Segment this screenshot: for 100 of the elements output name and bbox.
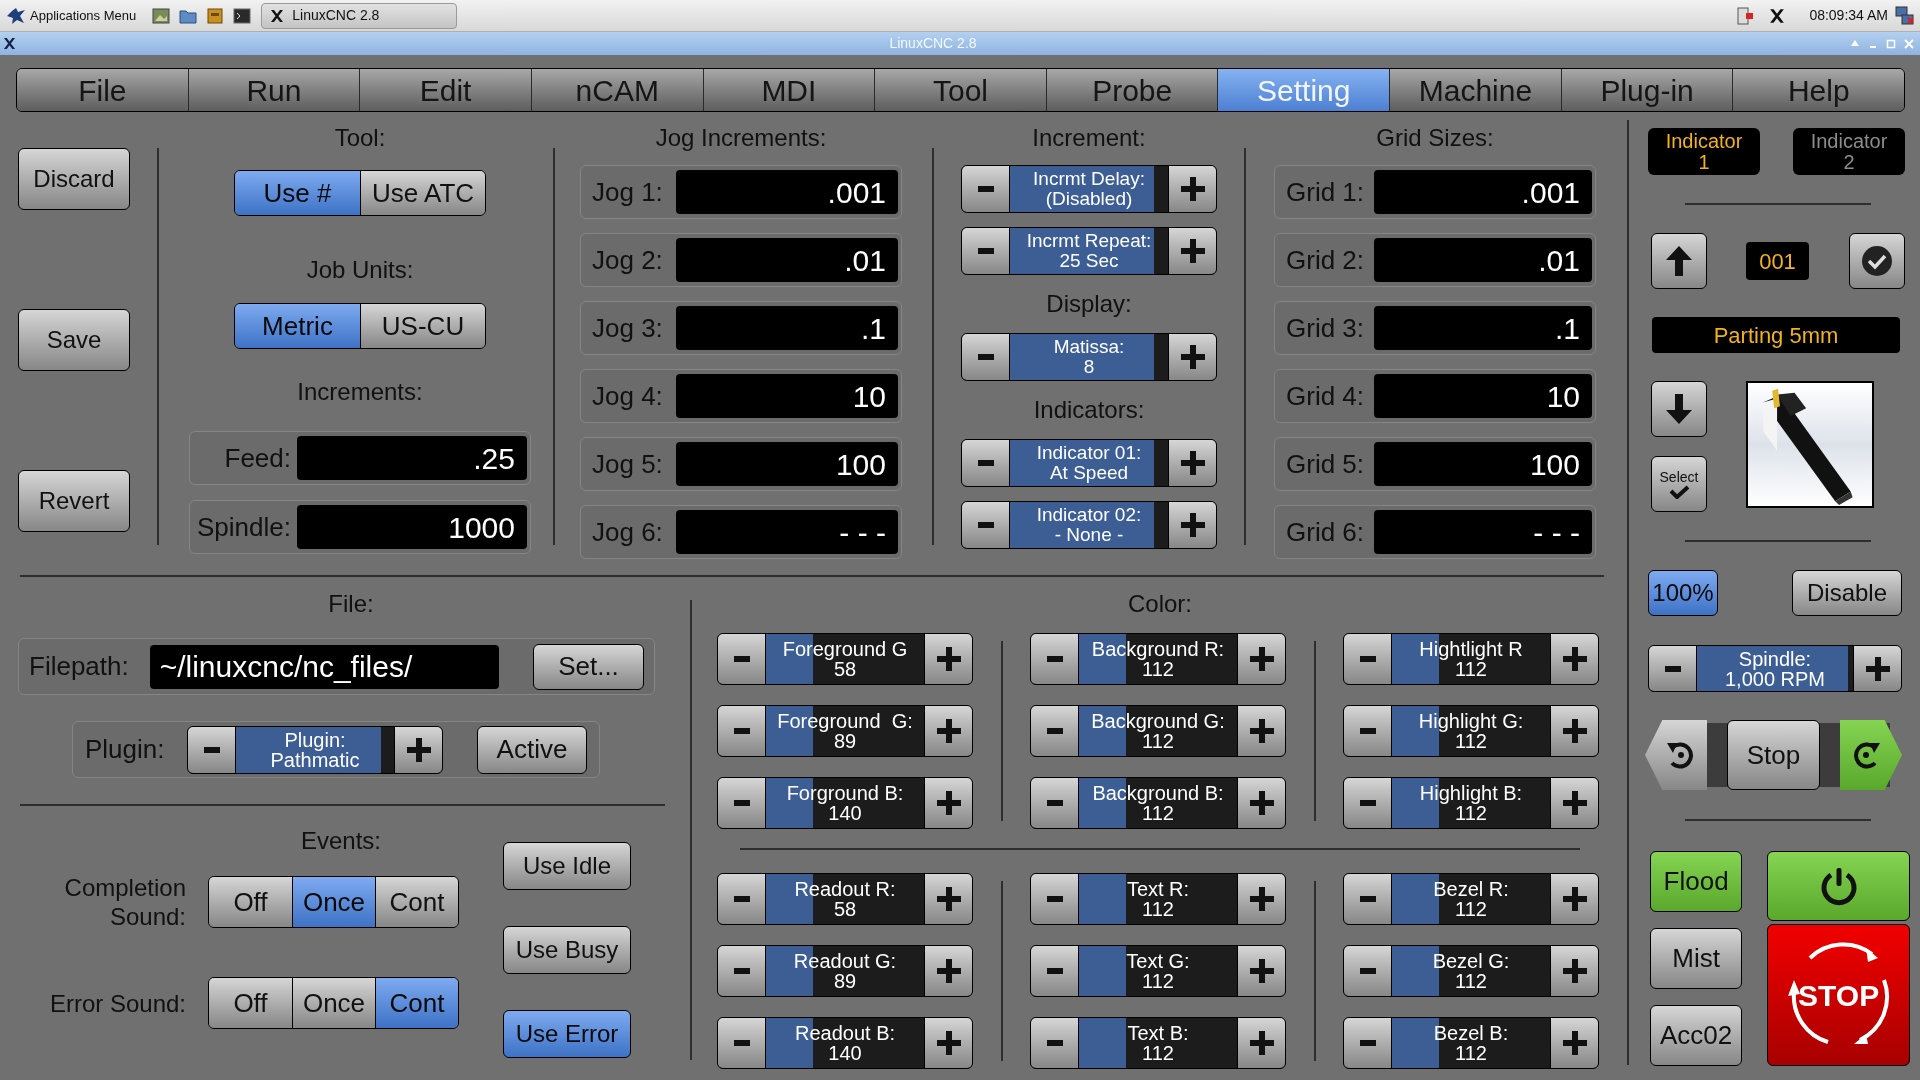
toggle-option[interactable]: Cont xyxy=(375,877,458,927)
power-button[interactable] xyxy=(1767,851,1910,921)
minus-icon xyxy=(977,522,994,528)
toggle-option[interactable]: Use # xyxy=(235,171,360,215)
decrement-button[interactable] xyxy=(1031,874,1079,924)
tab[interactable]: nCAM xyxy=(530,69,703,111)
coolant-button[interactable]: Acc02 xyxy=(1650,1005,1743,1066)
indicator-button[interactable]: Indicator 1 xyxy=(1648,128,1760,175)
confirm-tool-button[interactable] xyxy=(1849,233,1905,289)
taskbar-window-button[interactable]: LinuxCNC 2.8 xyxy=(261,2,458,29)
forward-button[interactable] xyxy=(1840,720,1902,790)
increment-button[interactable] xyxy=(1550,1018,1598,1068)
decrement-button[interactable] xyxy=(1344,874,1392,924)
increment-button[interactable] xyxy=(924,946,972,996)
toggle-option[interactable]: Once xyxy=(292,978,375,1028)
event-button[interactable]: Use Busy xyxy=(503,926,631,974)
tab[interactable]: Edit xyxy=(359,69,531,111)
coolant-button[interactable]: Flood xyxy=(1650,851,1743,912)
increment-button[interactable] xyxy=(1237,1018,1285,1068)
decrement-button[interactable] xyxy=(718,706,766,756)
increment-button[interactable] xyxy=(1168,228,1216,274)
decrement-button[interactable] xyxy=(1344,946,1392,996)
decrement-button[interactable] xyxy=(962,228,1010,274)
applications-menu[interactable]: Applications Menu xyxy=(0,0,145,31)
action-button[interactable]: Discard xyxy=(18,148,130,210)
active-button[interactable]: Active xyxy=(477,725,587,774)
increment-button[interactable] xyxy=(1168,166,1216,212)
toggle-option[interactable]: Once xyxy=(292,877,375,927)
decrement-button[interactable] xyxy=(1031,946,1079,996)
spindle-stop-button[interactable]: Stop xyxy=(1727,720,1820,790)
event-button[interactable]: Use Idle xyxy=(503,842,631,890)
decrement-button[interactable] xyxy=(1344,706,1392,756)
toggle-option[interactable]: Off xyxy=(209,978,292,1028)
increment-button[interactable] xyxy=(924,874,972,924)
increment-button[interactable] xyxy=(924,1018,972,1068)
tab[interactable]: Run xyxy=(187,69,360,111)
filepath-field[interactable]: ~/linuxcnc/nc_files/ xyxy=(149,644,499,689)
toggle-option[interactable]: Cont xyxy=(375,978,458,1028)
increment-button[interactable] xyxy=(1550,778,1598,828)
increment-button[interactable] xyxy=(924,634,972,684)
toggle-option[interactable]: US-CU xyxy=(360,304,485,348)
decrement-button[interactable] xyxy=(718,874,766,924)
disable-button[interactable]: Disable xyxy=(1792,570,1902,616)
indicator-button[interactable]: Indicator 2 xyxy=(1793,128,1905,175)
toggle-option[interactable]: Metric xyxy=(235,304,360,348)
decrement-button[interactable] xyxy=(1344,778,1392,828)
x-logo-icon xyxy=(270,8,285,23)
decrement-button[interactable] xyxy=(1344,634,1392,684)
increment-button[interactable] xyxy=(1550,874,1598,924)
tab[interactable]: Help xyxy=(1732,69,1904,111)
increment-button[interactable] xyxy=(1237,778,1285,828)
toggle-option[interactable]: Use ATC xyxy=(360,171,485,215)
decrement-button[interactable] xyxy=(1031,778,1079,828)
increment-button[interactable] xyxy=(1237,874,1285,924)
next-tool-button[interactable] xyxy=(1651,381,1707,437)
set-button[interactable]: Set... xyxy=(533,643,644,690)
increment-button[interactable] xyxy=(1550,946,1598,996)
decrement-button[interactable] xyxy=(962,334,1010,380)
select-button[interactable]: Select xyxy=(1651,456,1707,512)
tab[interactable]: File xyxy=(17,69,188,111)
tab[interactable]: MDI xyxy=(702,69,875,111)
increment-button[interactable] xyxy=(1853,646,1901,691)
increment-button[interactable] xyxy=(924,706,972,756)
increment-button[interactable] xyxy=(1550,634,1598,684)
decrement-button[interactable] xyxy=(962,502,1010,548)
increment-button[interactable] xyxy=(394,726,442,773)
action-button[interactable]: Revert xyxy=(18,470,130,532)
decrement-button[interactable] xyxy=(718,634,766,684)
decrement-button[interactable] xyxy=(1649,646,1697,691)
decrement-button[interactable] xyxy=(1031,634,1079,684)
decrement-button[interactable] xyxy=(962,166,1010,212)
decrement-button[interactable] xyxy=(1344,1018,1392,1068)
decrement-button[interactable] xyxy=(962,440,1010,486)
increment-button[interactable] xyxy=(1550,706,1598,756)
coolant-button[interactable]: Mist xyxy=(1650,928,1743,989)
event-button[interactable]: Use Error xyxy=(503,1010,631,1058)
increment-button[interactable] xyxy=(924,778,972,828)
emergency-stop-button[interactable]: STOP xyxy=(1767,924,1910,1066)
decrement-button[interactable] xyxy=(1031,1018,1079,1068)
decrement-button[interactable] xyxy=(1031,706,1079,756)
increment-button[interactable] xyxy=(1237,946,1285,996)
reverse-button[interactable] xyxy=(1645,720,1707,790)
decrement-button[interactable] xyxy=(718,1018,766,1068)
previous-tool-button[interactable] xyxy=(1651,233,1707,289)
section-title: Jog Increments: xyxy=(654,123,828,153)
action-button[interactable]: Save xyxy=(18,309,130,371)
increment-button[interactable] xyxy=(1237,706,1285,756)
override-button[interactable]: 100% xyxy=(1648,570,1718,616)
increment-button[interactable] xyxy=(1168,334,1216,380)
decrement-button[interactable] xyxy=(718,946,766,996)
tab[interactable]: Tool xyxy=(874,69,1046,111)
decrement-button[interactable] xyxy=(188,726,236,773)
toggle-option[interactable]: Off xyxy=(209,877,292,927)
tab[interactable]: Machine xyxy=(1389,69,1561,111)
tab[interactable]: Plug-in xyxy=(1560,69,1733,111)
tab[interactable]: Probe xyxy=(1045,69,1218,111)
increment-button[interactable] xyxy=(1237,634,1285,684)
decrement-button[interactable] xyxy=(718,778,766,828)
increment-button[interactable] xyxy=(1168,502,1216,548)
increment-button[interactable] xyxy=(1168,440,1216,486)
